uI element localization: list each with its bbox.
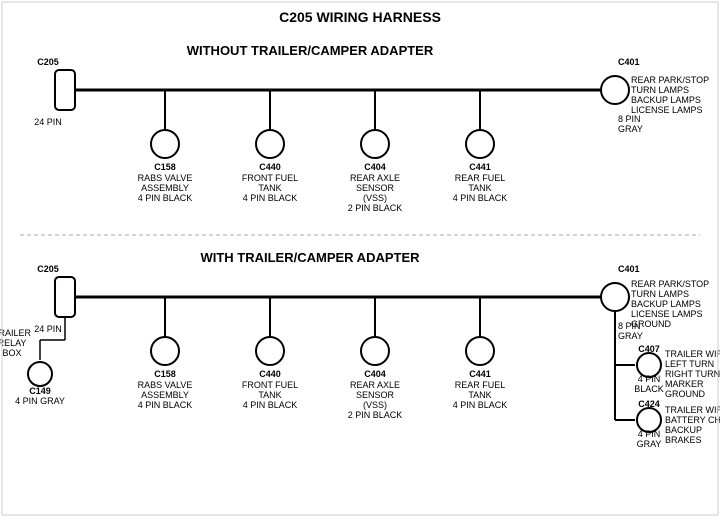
s2-c424-name: C424 — [638, 399, 660, 409]
s2-c440-name: C440 — [259, 369, 281, 379]
s1-c441-l1: REAR FUEL — [455, 173, 506, 183]
s2-relay-label2: RELAY — [0, 338, 26, 348]
s2-relay-label1: TRAILER — [0, 328, 32, 338]
s1-right-pins: 8 PIN — [618, 114, 641, 124]
s1-left-pins: 24 PIN — [34, 117, 62, 127]
s1-c404-l3: (VSS) — [363, 193, 387, 203]
s1-c404-l1: REAR AXLE — [350, 173, 400, 183]
s2-c407-l2: LEFT TURN — [665, 359, 714, 369]
s2-c158-l3: 4 PIN BLACK — [138, 400, 193, 410]
s2-c404-l3: (VSS) — [363, 400, 387, 410]
s2-c407-pins: 4 PIN — [638, 374, 661, 384]
s2-c404-l2: SENSOR — [356, 390, 395, 400]
section1-label: WITHOUT TRAILER/CAMPER ADAPTER — [187, 43, 434, 58]
s1-c404-l4: 2 PIN BLACK — [348, 203, 403, 213]
s2-c158-name: C158 — [154, 369, 176, 379]
s2-right-pins: 8 PIN — [618, 321, 641, 331]
s1-right-color: GRAY — [618, 124, 643, 134]
s1-c404-l2: SENSOR — [356, 183, 395, 193]
s1-right-label4: LICENSE LAMPS — [631, 105, 703, 115]
s2-c404-name: C404 — [364, 369, 386, 379]
s1-c158-l1: RABS VALVE — [138, 173, 193, 183]
s2-c149-pins: 4 PIN GRAY — [15, 396, 65, 406]
s2-c407-l3: RIGHT TURN — [665, 369, 720, 379]
s2-c149-name: C149 — [29, 386, 51, 396]
s1-c158-name: C158 — [154, 162, 176, 172]
s1-c440-l3: 4 PIN BLACK — [243, 193, 298, 203]
s1-c404-name: C404 — [364, 162, 386, 172]
s2-c424-color: GRAY — [637, 439, 662, 449]
s2-right-color: GRAY — [618, 331, 643, 341]
s2-c404-l1: REAR AXLE — [350, 380, 400, 390]
s1-c158-l2: ASSEMBLY — [141, 183, 189, 193]
s2-c407-l1: TRAILER WIRES — [665, 349, 720, 359]
s1-left-name: C205 — [37, 57, 59, 67]
s2-c424-l2: BATTERY CHARGE — [665, 415, 720, 425]
s2-c441-name: C441 — [469, 369, 491, 379]
s2-c441-l1: REAR FUEL — [455, 380, 506, 390]
s2-c440-l2: TANK — [258, 390, 281, 400]
s2-right-name: C401 — [618, 264, 640, 274]
s2-c424-l3: BACKUP — [665, 425, 702, 435]
s1-right-label1: REAR PARK/STOP — [631, 75, 709, 85]
s2-r-l1: REAR PARK/STOP — [631, 279, 709, 289]
s1-c441-l3: 4 PIN BLACK — [453, 193, 508, 203]
s2-r-l2: TURN LAMPS — [631, 289, 689, 299]
s2-c441-l2: TANK — [468, 390, 491, 400]
s2-c424-pins: 4 PIN — [638, 429, 661, 439]
s1-c441-l2: TANK — [468, 183, 491, 193]
s1-c440-name: C440 — [259, 162, 281, 172]
s2-c158-l1: RABS VALVE — [138, 380, 193, 390]
s2-c407-l5: GROUND — [665, 389, 705, 399]
s2-c424-l1: TRAILER WIRES — [665, 405, 720, 415]
section2-label: WITH TRAILER/CAMPER ADAPTER — [200, 250, 420, 265]
s2-relay-label3: BOX — [2, 348, 21, 358]
page-title: C205 WIRING HARNESS — [279, 9, 441, 25]
s1-right-label3: BACKUP LAMPS — [631, 95, 701, 105]
s2-c407-name: C407 — [638, 344, 660, 354]
s2-c440-l1: FRONT FUEL — [242, 380, 298, 390]
s2-c158-l2: ASSEMBLY — [141, 390, 189, 400]
s2-r-l3: BACKUP LAMPS — [631, 299, 701, 309]
s2-c407-l4: MARKER — [665, 379, 704, 389]
s2-left-name: C205 — [37, 264, 59, 274]
s2-r-l4: LICENSE LAMPS — [631, 309, 703, 319]
s2-c440-l3: 4 PIN BLACK — [243, 400, 298, 410]
s1-c440-l2: TANK — [258, 183, 281, 193]
s1-c158-l3: 4 PIN BLACK — [138, 193, 193, 203]
s1-right-label2: TURN LAMPS — [631, 85, 689, 95]
s2-left-pins: 24 PIN — [34, 324, 62, 334]
s2-c407-color: BLACK — [634, 384, 664, 394]
s2-c404-l4: 2 PIN BLACK — [348, 410, 403, 420]
s1-c441-name: C441 — [469, 162, 491, 172]
s1-right-name: C401 — [618, 57, 640, 67]
s2-c441-l3: 4 PIN BLACK — [453, 400, 508, 410]
s1-c440-l1: FRONT FUEL — [242, 173, 298, 183]
s2-c424-l4: BRAKES — [665, 435, 702, 445]
